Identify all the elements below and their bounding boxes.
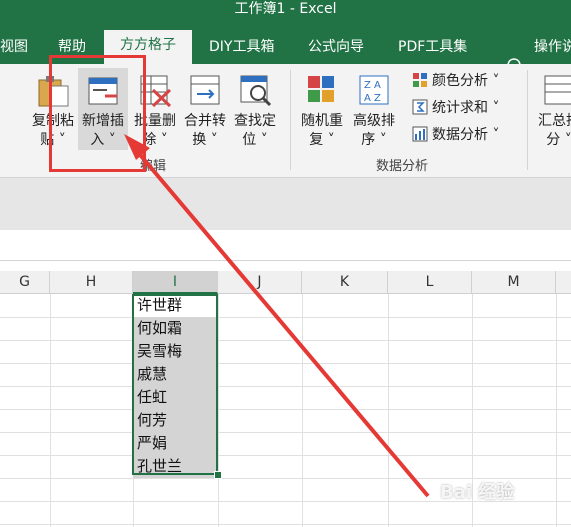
color-analysis-icon <box>413 73 427 87</box>
stat-sum-icon <box>412 99 428 115</box>
summary-split-icon <box>544 75 571 105</box>
column-header-l[interactable]: L <box>388 271 472 293</box>
data-analysis-button[interactable]: 数据分析 ˅ <box>412 124 499 146</box>
cell-i5[interactable]: 任虹 <box>133 386 218 409</box>
column-header-g[interactable]: G <box>0 271 50 293</box>
color-analysis-button[interactable]: 颜色分析 ˅ <box>412 70 499 92</box>
data-analysis-icon <box>412 126 428 142</box>
group-label-data-analysis: 数据分析 <box>376 159 429 174</box>
cell-i4[interactable]: 戚慧 <box>133 363 218 386</box>
find-locate-icon <box>240 75 272 107</box>
tab-formula-wizard[interactable]: 公式向导 <box>308 33 364 64</box>
merge-convert-button[interactable]: 合并转 换 ˅ <box>180 68 230 150</box>
cell-i7[interactable]: 严娟 <box>133 432 218 455</box>
advanced-sort-icon: Z A A Z <box>359 75 389 105</box>
formula-bar[interactable] <box>0 230 571 261</box>
summary-split-button[interactable]: 汇总拆 分 ˅ <box>534 68 571 150</box>
random-repeat-button[interactable]: 随机重 复 ˅ <box>297 68 347 150</box>
svg-text:A Z: A Z <box>364 93 381 104</box>
window-title: 工作簿1 - Excel <box>234 1 337 17</box>
tab-diy-toolbox[interactable]: DIY工具箱 <box>209 33 274 64</box>
column-header-k[interactable]: K <box>302 271 388 293</box>
cell-i8[interactable]: 孔世兰 <box>133 455 218 478</box>
fill-handle[interactable] <box>214 471 222 479</box>
tab-view[interactable]: 视图 <box>0 33 28 64</box>
ribbon-separator <box>527 70 528 170</box>
find-locate-button[interactable]: 查找定 位 ˅ <box>230 68 280 150</box>
annotation-highlight-box <box>49 55 146 172</box>
column-headers: G H I J K L M <box>0 271 571 294</box>
column-header-m[interactable]: M <box>472 271 556 293</box>
tab-pdf-tools[interactable]: PDF工具集 <box>398 33 467 64</box>
title-bar: 工作簿1 - Excel <box>0 0 571 24</box>
column-header-j[interactable]: J <box>218 271 302 293</box>
advanced-sort-button[interactable]: Z A A Z 高级排 序 ˅ <box>349 68 399 150</box>
tab-tell-me[interactable]: 操作说 <box>534 33 571 64</box>
watermark: Bai 经验 <box>440 482 515 503</box>
ribbon-separator <box>290 70 291 170</box>
column-header-i[interactable]: I <box>133 271 218 294</box>
cell-i3[interactable]: 吴雪梅 <box>133 340 218 363</box>
merge-convert-icon <box>190 75 220 105</box>
cell-i1[interactable]: 许世群 <box>133 294 218 317</box>
cell-i6[interactable]: 何芳 <box>133 409 218 432</box>
cell-i2[interactable]: 何如霜 <box>133 317 218 340</box>
svg-text:Z A: Z A <box>364 80 381 91</box>
column-header-h[interactable]: H <box>50 271 133 293</box>
stat-sum-button[interactable]: 统计求和 ˅ <box>412 97 499 119</box>
toolbar-strip <box>0 178 571 230</box>
random-repeat-icon <box>308 76 334 102</box>
